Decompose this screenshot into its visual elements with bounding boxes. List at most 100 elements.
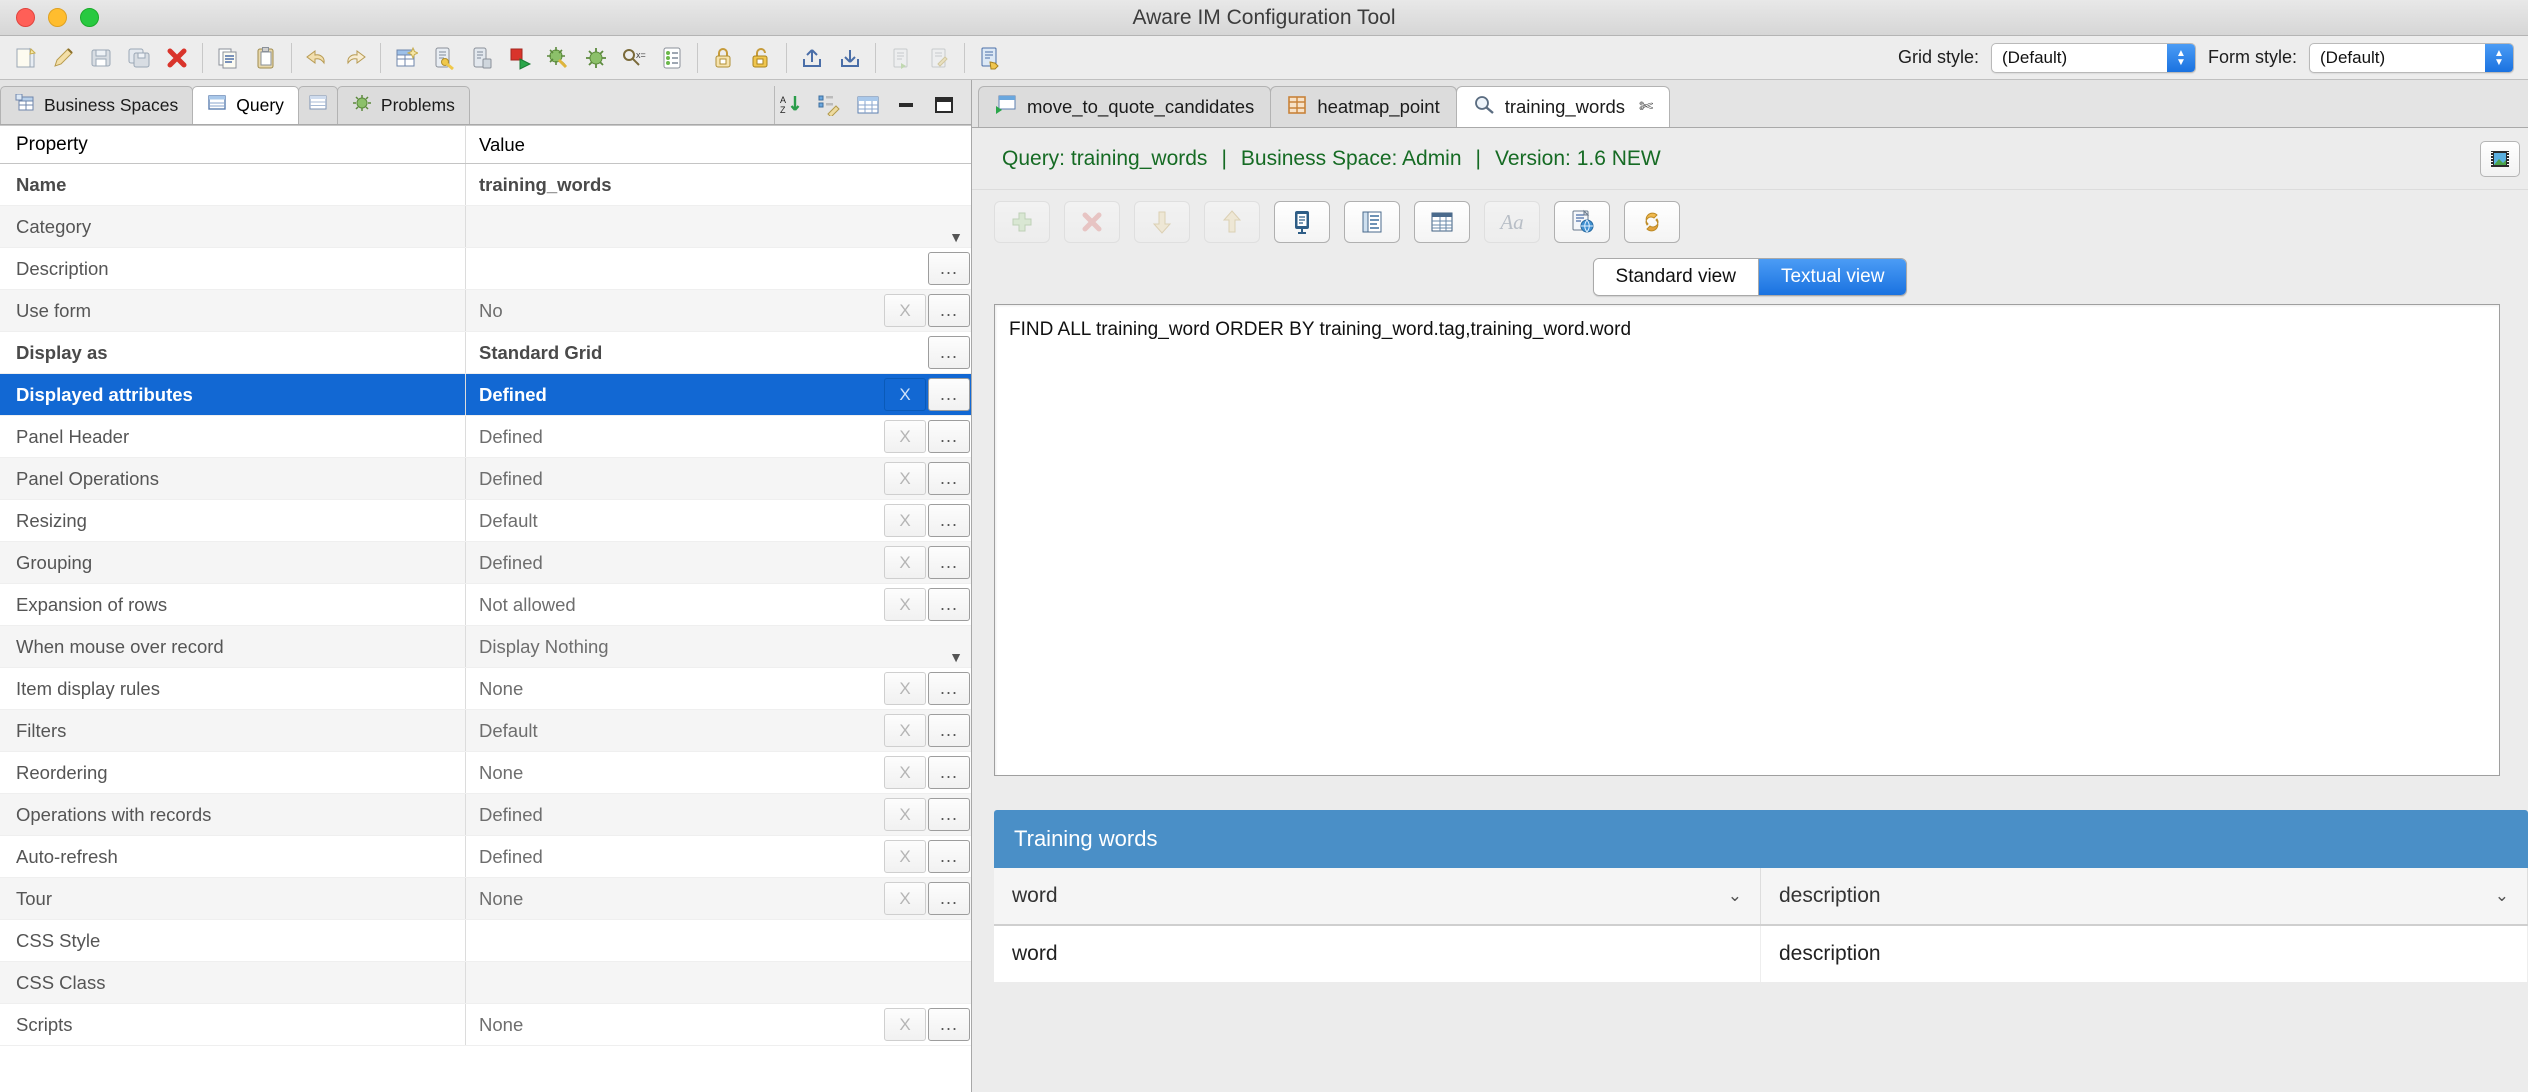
paste-icon[interactable] — [247, 41, 285, 75]
open-editor-button[interactable]: ... — [928, 420, 970, 453]
table-row[interactable]: Displayed attributes Defined X... — [0, 374, 971, 416]
copy-icon[interactable] — [209, 41, 247, 75]
stop-run-icon[interactable] — [501, 41, 539, 75]
debug-star-icon[interactable] — [539, 41, 577, 75]
property-value-cell[interactable]: Defined — [466, 416, 883, 457]
grid-panel-icon[interactable] — [1414, 201, 1470, 243]
text-Aa-icon[interactable]: Aa — [1484, 201, 1540, 243]
table-row[interactable]: Filters Default X... — [0, 710, 971, 752]
property-value-cell[interactable] — [466, 920, 883, 961]
clear-value-button[interactable]: X — [884, 798, 926, 831]
property-value-cell[interactable]: Defined — [466, 374, 883, 415]
textual-view-button[interactable]: Textual view — [1757, 259, 1907, 295]
delete-red-x-icon[interactable] — [1064, 201, 1120, 243]
editor-tab-heatmap-point[interactable]: heatmap_point — [1270, 86, 1457, 127]
server-delete-icon[interactable] — [463, 41, 501, 75]
open-editor-button[interactable]: ... — [928, 546, 970, 579]
open-editor-button[interactable]: ... — [928, 252, 970, 285]
film-preview-icon[interactable] — [2480, 140, 2520, 177]
property-value-cell[interactable]: Defined — [466, 542, 883, 583]
property-value-cell[interactable] — [466, 206, 941, 247]
chevron-down-icon[interactable]: ▼ — [941, 626, 971, 667]
new-business-space-icon[interactable] — [387, 41, 425, 75]
property-value-cell[interactable]: Defined — [466, 836, 883, 877]
open-editor-button[interactable]: ... — [928, 336, 970, 369]
table-row[interactable]: Reordering None X... — [0, 752, 971, 794]
table-row[interactable]: Name training_words — [0, 164, 971, 206]
preview-column-word[interactable]: word ⌄ — [994, 868, 1761, 924]
grid-view-icon[interactable] — [851, 90, 885, 120]
table-row[interactable]: Auto-refresh Defined X... — [0, 836, 971, 878]
clear-value-button[interactable]: X — [884, 420, 926, 453]
table-row[interactable]: Scripts None X... — [0, 1004, 971, 1046]
table-row[interactable]: Panel Operations Defined X... — [0, 458, 971, 500]
tab-table-view[interactable] — [297, 86, 338, 124]
property-value-cell[interactable]: None — [466, 878, 883, 919]
export-icon[interactable] — [793, 41, 831, 75]
open-editor-button[interactable]: ... — [928, 840, 970, 873]
table-row[interactable]: Tour None X... — [0, 878, 971, 920]
table-row[interactable]: CSS Class — [0, 962, 971, 1004]
doc-green-icon[interactable] — [882, 41, 920, 75]
property-value-cell[interactable] — [466, 962, 883, 1003]
table-row[interactable]: Use form No X... — [0, 290, 971, 332]
close-icon[interactable]: ✄ — [1639, 97, 1653, 117]
tab-business-spaces[interactable]: Business Spaces — [0, 86, 194, 124]
form-panel-icon[interactable] — [1274, 201, 1330, 243]
property-value-cell[interactable]: Display Nothing — [466, 626, 941, 667]
grid-style-select[interactable]: (Default) ▲ ▼ — [1990, 42, 2196, 73]
property-value-cell[interactable]: Default — [466, 500, 883, 541]
lock-closed-icon[interactable] — [704, 41, 742, 75]
document-globe-icon[interactable] — [1554, 201, 1610, 243]
editor-tab-training-words[interactable]: training_words ✄ — [1455, 86, 1671, 127]
tab-query[interactable]: Query — [192, 86, 299, 124]
property-value-cell[interactable]: Defined — [466, 458, 883, 499]
open-editor-button[interactable]: ... — [928, 294, 970, 327]
delete-icon[interactable] — [158, 41, 196, 75]
property-value-cell[interactable]: No — [466, 290, 883, 331]
tab-problems[interactable]: Problems — [336, 86, 470, 124]
sort-az-icon[interactable]: AZ — [775, 90, 809, 120]
clear-value-button[interactable]: X — [884, 1008, 926, 1041]
redo-icon[interactable] — [336, 41, 374, 75]
table-row[interactable]: Display as Standard Grid... — [0, 332, 971, 374]
save-all-icon[interactable] — [120, 41, 158, 75]
open-editor-button[interactable]: ... — [928, 1008, 970, 1041]
chevron-down-icon[interactable]: ▼ — [941, 206, 971, 247]
doc-edit-icon[interactable] — [920, 41, 958, 75]
clear-value-button[interactable]: X — [884, 756, 926, 789]
table-row[interactable]: Item display rules None X... — [0, 668, 971, 710]
table-row[interactable]: Category ▼ — [0, 206, 971, 248]
move-up-arrow-icon[interactable] — [1204, 201, 1260, 243]
open-editor-button[interactable]: ... — [928, 462, 970, 495]
undo-icon[interactable] — [298, 41, 336, 75]
clear-value-button[interactable]: X — [884, 504, 926, 537]
table-row[interactable]: Resizing Default X... — [0, 500, 971, 542]
clear-value-button[interactable]: X — [884, 714, 926, 747]
editor-tab-move-to-quote-candidates[interactable]: move_to_quote_candidates — [978, 86, 1272, 127]
new-icon[interactable] — [6, 41, 44, 75]
property-value-cell[interactable] — [466, 248, 883, 289]
query-text-editor[interactable]: FIND ALL training_word ORDER BY training… — [994, 304, 2500, 776]
edit-pencil-icon[interactable] — [44, 41, 82, 75]
clear-value-button[interactable]: X — [884, 588, 926, 621]
chevron-down-icon[interactable]: ⌄ — [1728, 886, 1742, 906]
open-editor-button[interactable]: ... — [928, 798, 970, 831]
property-value-cell[interactable]: None — [466, 752, 883, 793]
property-value-cell[interactable]: training_words — [466, 164, 883, 205]
table-row[interactable]: CSS Style — [0, 920, 971, 962]
maximize-icon[interactable] — [927, 90, 961, 120]
standard-view-button[interactable]: Standard view — [1593, 259, 1758, 295]
clear-value-button[interactable]: X — [884, 294, 926, 327]
clear-value-button[interactable]: X — [884, 462, 926, 495]
table-row[interactable]: Expansion of rows Not allowed X... — [0, 584, 971, 626]
open-editor-button[interactable]: ... — [928, 672, 970, 705]
property-value-cell[interactable]: Defined — [466, 794, 883, 835]
open-editor-button[interactable]: ... — [928, 378, 970, 411]
open-editor-button[interactable]: ... — [928, 756, 970, 789]
add-green-plus-icon[interactable] — [994, 201, 1050, 243]
minimize-icon[interactable] — [889, 90, 923, 120]
clear-value-button[interactable]: X — [884, 378, 926, 411]
debug-bug-icon[interactable] — [577, 41, 615, 75]
query-tool-icon[interactable]: x= — [615, 41, 653, 75]
